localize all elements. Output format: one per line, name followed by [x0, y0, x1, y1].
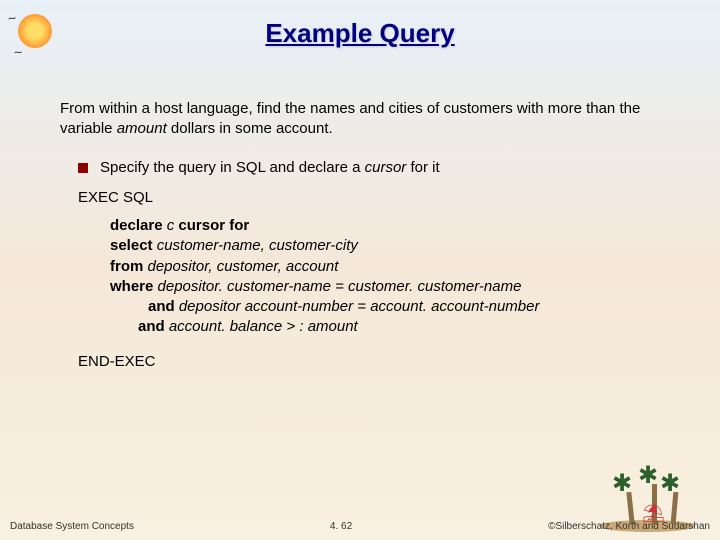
sun-decoration: ~ ~	[8, 8, 64, 56]
palm-leaves-icon: ✱	[638, 461, 658, 490]
sql-ident: account. balance > : amount	[169, 318, 358, 335]
bullet-emphasis: cursor	[365, 159, 407, 176]
sql-line-select: select customer-name, customer-city	[110, 236, 660, 256]
intro-variable: amount	[117, 120, 167, 137]
palm-leaves-icon: ✱	[660, 469, 680, 498]
sql-ident: depositor. customer-name = customer. cus…	[158, 278, 522, 295]
sql-ident: customer-name, customer-city	[157, 237, 358, 254]
bullet-icon	[78, 163, 88, 173]
sql-code-block: declare c cursor for select customer-nam…	[110, 216, 660, 338]
sql-keyword: and	[138, 318, 169, 335]
slide-footer: Database System Concepts 4. 62 ©Silbersc…	[0, 521, 720, 532]
sql-keyword: declare	[110, 217, 167, 234]
sql-line-declare: declare c cursor for	[110, 216, 660, 236]
sql-line-where: where depositor. customer-name = custome…	[110, 277, 660, 297]
bullet-pre: Specify the query in SQL and declare a	[100, 159, 365, 176]
sql-keyword: where	[110, 278, 158, 295]
intro-post: dollars in some account.	[167, 120, 333, 137]
exec-sql-start: EXEC SQL	[78, 188, 660, 208]
sql-line-and2: and account. balance > : amount	[110, 317, 660, 337]
slide-title: Example Query	[0, 0, 720, 49]
bird-icon: ~	[13, 44, 23, 61]
sql-keyword: and	[148, 298, 179, 315]
bird-icon: ~	[7, 9, 18, 26]
slide-content: From within a host language, find the na…	[0, 49, 720, 372]
sql-keyword: select	[110, 237, 157, 254]
sql-keyword: cursor for	[178, 217, 249, 234]
sql-line-and1: and depositor account-number = account. …	[110, 297, 660, 317]
intro-text: From within a host language, find the na…	[60, 99, 660, 140]
sun-icon	[18, 14, 52, 48]
footer-center: 4. 62	[330, 521, 352, 532]
exec-sql-end: END-EXEC	[78, 352, 660, 372]
bullet-post: for it	[406, 159, 439, 176]
sql-line-from: from depositor, customer, account	[110, 257, 660, 277]
sql-keyword: from	[110, 258, 148, 275]
sql-ident: c	[167, 217, 179, 234]
bullet-item: Specify the query in SQL and declare a c…	[78, 158, 660, 178]
bullet-text: Specify the query in SQL and declare a c…	[100, 158, 440, 178]
sql-ident: depositor, customer, account	[148, 258, 339, 275]
footer-right: ©Silberschatz, Korth and Sudarshan	[548, 521, 710, 532]
palm-leaves-icon: ✱	[612, 469, 632, 498]
sql-ident: depositor account-number = account. acco…	[179, 298, 540, 315]
footer-left: Database System Concepts	[10, 521, 134, 532]
